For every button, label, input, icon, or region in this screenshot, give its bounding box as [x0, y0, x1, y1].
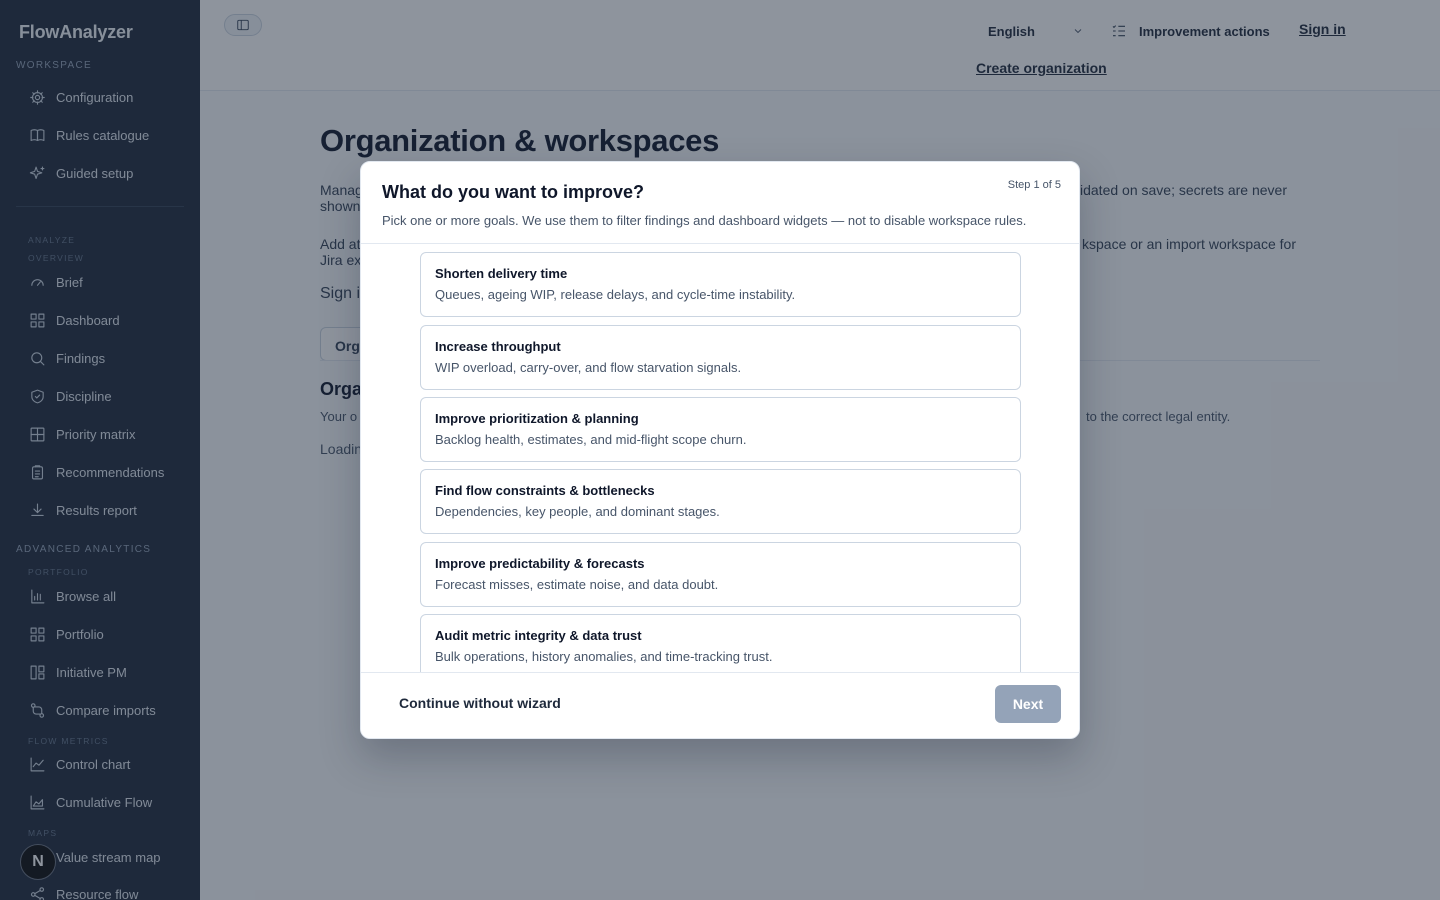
goal-title: Improve prioritization & planning — [435, 411, 639, 426]
goal-option[interactable]: Improve prioritization & planning Backlo… — [420, 397, 1021, 462]
dialog-footer: Continue without wizard Next — [361, 672, 1079, 738]
continue-without-wizard-button[interactable]: Continue without wizard — [399, 695, 561, 711]
goal-option[interactable]: Increase throughput WIP overload, carry-… — [420, 325, 1021, 390]
goal-description: Dependencies, key people, and dominant s… — [435, 504, 720, 519]
goal-option[interactable]: Audit metric integrity & data trust Bulk… — [420, 614, 1021, 672]
goal-option[interactable]: Improve predictability & forecasts Forec… — [420, 542, 1021, 607]
next-button[interactable]: Next — [995, 685, 1061, 723]
goal-title: Audit metric integrity & data trust — [435, 628, 642, 643]
goal-description: Bulk operations, history anomalies, and … — [435, 649, 773, 664]
goals-wizard-dialog: What do you want to improve? Step 1 of 5… — [360, 161, 1080, 739]
dialog-header: What do you want to improve? Step 1 of 5… — [361, 162, 1079, 244]
goal-description: Queues, ageing WIP, release delays, and … — [435, 287, 796, 302]
goal-title: Find flow constraints & bottlenecks — [435, 483, 655, 498]
goal-title: Improve predictability & forecasts — [435, 556, 645, 571]
goal-option[interactable]: Shorten delivery time Queues, ageing WIP… — [420, 252, 1021, 317]
goal-description: Backlog health, estimates, and mid-fligh… — [435, 432, 747, 447]
dialog-title: What do you want to improve? — [382, 182, 644, 202]
goal-description: WIP overload, carry-over, and flow starv… — [435, 360, 742, 375]
goal-title: Shorten delivery time — [435, 266, 568, 281]
dialog-subtitle: Pick one or more goals. We use them to f… — [382, 213, 1027, 228]
step-indicator: Step 1 of 5 — [1007, 179, 1061, 191]
goals-list[interactable]: Shorten delivery time Queues, ageing WIP… — [361, 244, 1079, 672]
goal-option[interactable]: Find flow constraints & bottlenecks Depe… — [420, 469, 1021, 534]
goal-title: Increase throughput — [435, 339, 561, 354]
goal-description: Forecast misses, estimate noise, and dat… — [435, 577, 719, 592]
